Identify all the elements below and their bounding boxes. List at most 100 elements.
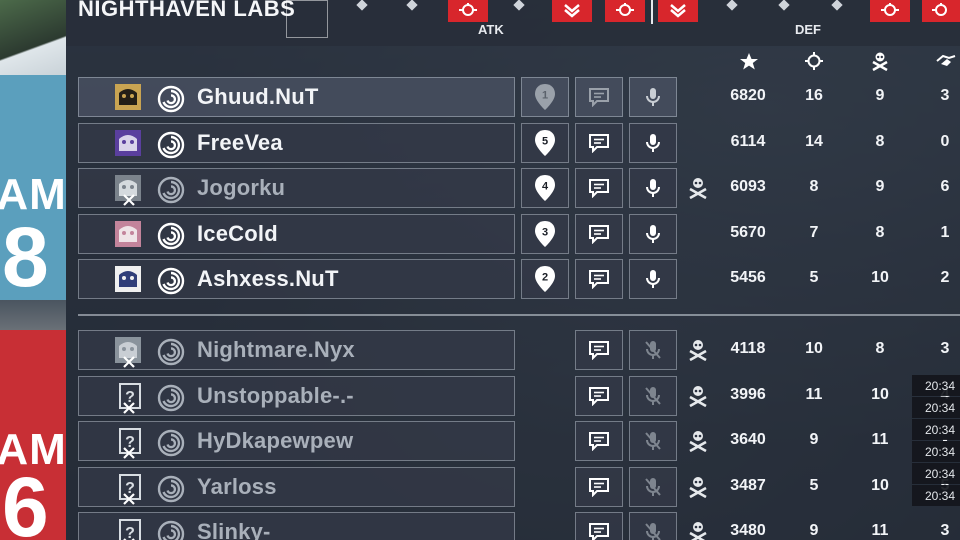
mute-voice-button[interactable] xyxy=(629,466,677,507)
player-row[interactable]: Jogorku 4 6093 8 9 6 xyxy=(0,168,960,208)
assists-value: 1 xyxy=(940,223,950,241)
mute-voice-button[interactable] xyxy=(629,77,677,117)
chat-button[interactable] xyxy=(575,77,623,117)
star-icon[interactable] xyxy=(737,51,761,71)
player-name-plate[interactable]: Ashxess.NuT xyxy=(78,259,515,299)
mute-voice-button[interactable] xyxy=(629,330,677,370)
player-name-plate[interactable]: Ghuud.NuT xyxy=(78,77,515,117)
assists-value: 3 xyxy=(940,522,950,539)
assists-value: 3 xyxy=(940,87,950,104)
chat-icon xyxy=(589,88,609,107)
chat-icon xyxy=(589,341,609,360)
operator-icon xyxy=(110,219,146,251)
uplay-icon xyxy=(157,384,185,411)
chat-button[interactable] xyxy=(575,122,623,163)
svg-text:5: 5 xyxy=(542,135,548,147)
banner-gap xyxy=(0,300,66,330)
player-row[interactable]: ? HyDkapewpew 3640 9 11 - xyxy=(0,421,960,461)
player-name: Ashxess.NuT xyxy=(197,266,339,291)
skull-icon xyxy=(689,522,707,540)
uplay-icon xyxy=(157,176,185,204)
uplay-icon xyxy=(157,520,185,540)
uplay-icon xyxy=(157,338,185,366)
mute-voice-button[interactable] xyxy=(629,122,677,163)
eliminated-x-icon xyxy=(123,194,135,206)
skull-icon[interactable] xyxy=(868,51,892,71)
microphone-muted-icon xyxy=(645,341,661,359)
kills-value: 9 xyxy=(809,431,819,448)
score-value: 6114 xyxy=(730,132,766,150)
killfeed-timestamp: 20:34 xyxy=(912,419,960,440)
chat-button[interactable] xyxy=(575,213,623,254)
player-name-plate[interactable]: Jogorku xyxy=(78,168,515,208)
operator-icon xyxy=(110,335,146,368)
player-name-plate[interactable]: ? Unstoppable-.- xyxy=(78,375,515,416)
kills-value: 5 xyxy=(809,476,819,494)
handshake-icon[interactable] xyxy=(934,51,958,71)
svg-text:3: 3 xyxy=(542,226,548,238)
skull-icon xyxy=(689,431,707,452)
chat-button[interactable] xyxy=(575,375,623,416)
player-name-plate[interactable]: ? Yarloss xyxy=(78,466,515,507)
operator-icon xyxy=(110,82,146,114)
crosshair-icon[interactable] xyxy=(802,51,826,71)
player-row[interactable]: ? Yarloss 3487 5 10 5 xyxy=(0,466,960,507)
mute-voice-button[interactable] xyxy=(629,421,677,461)
killfeed-timestamp: 20:34 xyxy=(912,463,960,484)
chat-button[interactable] xyxy=(575,421,623,461)
map-pin-icon: 2 xyxy=(535,266,555,292)
mute-voice-button[interactable] xyxy=(629,213,677,254)
killfeed-timestamp: 20:34 xyxy=(912,397,960,418)
score-value: 5670 xyxy=(730,223,766,241)
crosshair-icon xyxy=(932,3,947,16)
round-win-chip xyxy=(922,0,960,22)
score-value: 3640 xyxy=(730,431,766,448)
chat-button[interactable] xyxy=(575,330,623,370)
player-name-plate[interactable]: Nightmare.Nyx xyxy=(78,330,515,370)
chat-icon xyxy=(589,179,609,198)
player-row[interactable]: FreeVea 5 6114 14 8 0 xyxy=(0,122,960,163)
lab-emblem-frame xyxy=(286,0,328,38)
mute-voice-button[interactable] xyxy=(629,375,677,416)
killfeed-timestamp: 20:34 xyxy=(912,485,960,506)
player-row[interactable]: ? Slinky- 3480 9 11 3 xyxy=(0,512,960,540)
mute-voice-button[interactable] xyxy=(629,259,677,299)
kills-value: 5 xyxy=(809,269,819,286)
chat-button[interactable] xyxy=(575,168,623,208)
team-separator xyxy=(78,314,960,316)
killfeed-timestamp: 20:34 xyxy=(912,375,960,396)
deaths-value: 8 xyxy=(875,132,885,150)
uplay-icon xyxy=(157,222,185,249)
assists-value: 0 xyxy=(940,132,950,150)
killfeed-timestamp: 20:34 xyxy=(912,441,960,462)
score-value: 3480 xyxy=(730,522,766,539)
deaths-value: 11 xyxy=(871,431,889,448)
mute-voice-button[interactable] xyxy=(629,168,677,208)
player-row[interactable]: IceCold 3 5670 7 8 1 xyxy=(0,213,960,254)
player-name-plate[interactable]: ? Slinky- xyxy=(78,512,515,540)
player-name-plate[interactable]: FreeVea xyxy=(78,122,515,163)
microphone-icon xyxy=(646,179,660,197)
score-value: 3487 xyxy=(730,476,766,494)
crosshair-icon xyxy=(616,3,634,16)
score-value: 6093 xyxy=(730,178,766,195)
player-name-plate[interactable]: IceCold xyxy=(78,213,515,254)
uplay-icon xyxy=(157,475,185,502)
round-win-chip xyxy=(552,0,592,22)
chat-button[interactable] xyxy=(575,466,623,507)
chat-button[interactable] xyxy=(575,512,623,540)
player-row[interactable]: Ashxess.NuT 2 5456 5 10 2 xyxy=(0,259,960,299)
player-row[interactable]: Nightmare.Nyx 4118 10 8 3 xyxy=(0,330,960,370)
mute-voice-button[interactable] xyxy=(629,512,677,540)
score-value: 3996 xyxy=(730,385,766,403)
svg-text:4: 4 xyxy=(542,181,549,193)
deaths-value: 10 xyxy=(871,385,889,403)
deaths-value: 9 xyxy=(875,178,885,195)
uplay-icon xyxy=(157,85,185,113)
microphone-icon xyxy=(646,270,660,288)
kills-value: 9 xyxy=(809,522,819,539)
player-name-plate[interactable]: ? HyDkapewpew xyxy=(78,421,515,461)
player-row[interactable]: ? Unstoppable-.- 3996 11 10 4 xyxy=(0,375,960,416)
chat-button[interactable] xyxy=(575,259,623,299)
player-row[interactable]: Ghuud.NuT 1 6820 16 9 3 xyxy=(0,77,960,117)
